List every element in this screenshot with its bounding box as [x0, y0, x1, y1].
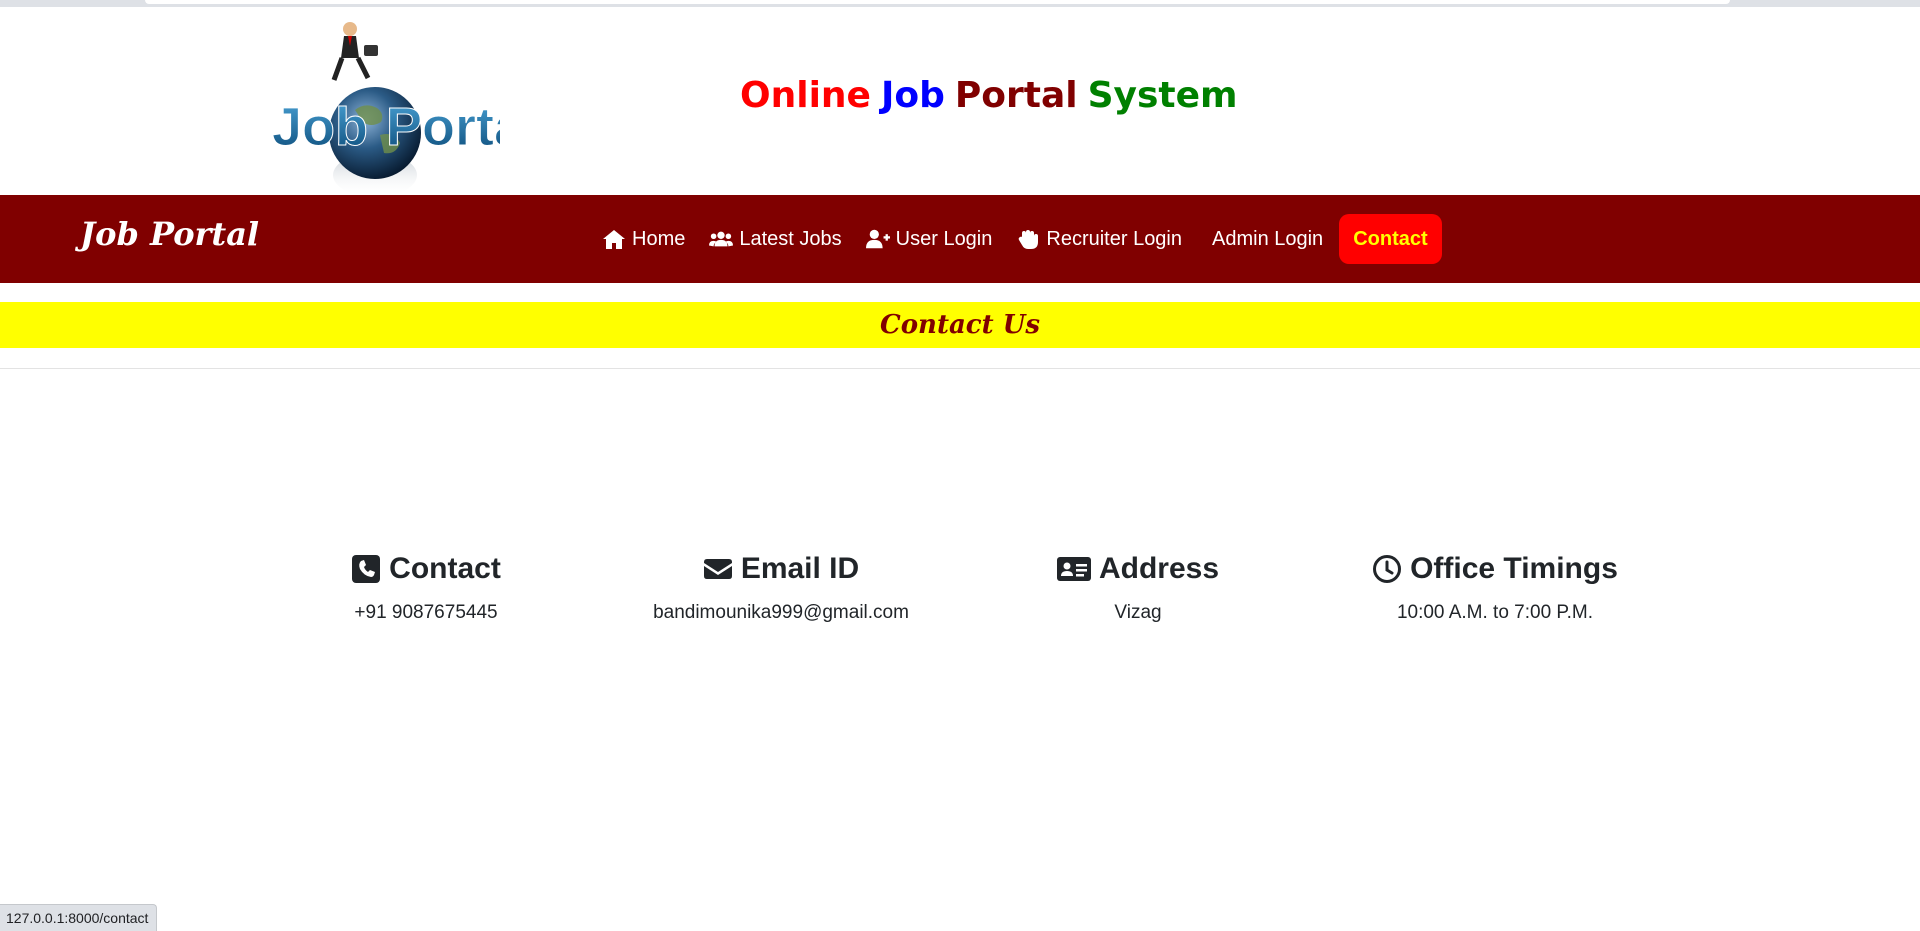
- info-email: Email ID bandimounika999@gmail.com: [601, 548, 961, 624]
- browser-top-strip-inner: [145, 0, 1730, 4]
- divider: [0, 368, 1920, 369]
- browser-top-strip: [0, 0, 1920, 7]
- title-word-job: Job: [880, 75, 945, 116]
- info-value-email: bandimounika999@gmail.com: [653, 602, 909, 623]
- nav-item-recruiter-login[interactable]: Recruiter Login: [1004, 214, 1194, 264]
- info-title: Office Timings: [1410, 552, 1618, 585]
- logo-text-portal: Portal: [386, 97, 500, 157]
- info-timings-heading: Office Timings: [1315, 548, 1675, 590]
- nav-item-label: Contact: [1353, 227, 1428, 250]
- title-word-portal: Portal: [954, 75, 1078, 116]
- title-word-online: Online: [740, 75, 871, 116]
- info-contact-heading: Contact: [246, 548, 606, 590]
- nav-item-contact[interactable]: Contact: [1339, 214, 1442, 264]
- home-icon: [603, 230, 625, 249]
- nav-item-admin-login[interactable]: Admin Login: [1194, 214, 1335, 264]
- users-icon: [709, 231, 734, 247]
- info-contact: Contact +91 9087675445: [246, 548, 606, 624]
- contact-us-banner: Contact Us: [0, 302, 1920, 348]
- info-address: Address Vizag: [958, 548, 1318, 624]
- clock-icon: [1373, 555, 1402, 583]
- site-header: Job Portal OnlineJobPortalSystem: [0, 7, 1920, 197]
- info-office-timings: Office Timings 10:00 A.M. to 7:00 P.M.: [1315, 548, 1675, 624]
- nav-item-label: Latest Jobs: [739, 227, 842, 250]
- info-title: Email ID: [740, 552, 860, 585]
- browser-status-url: 127.0.0.1:8000/contact: [0, 904, 158, 931]
- phone-icon: [352, 555, 381, 583]
- nav-item-user-login[interactable]: User Login: [854, 214, 1005, 264]
- nav-menu: Home Latest Jobs User Login Recruiter Lo…: [590, 214, 1442, 264]
- logo-text-job: Job: [272, 97, 368, 157]
- nav-item-label: Home: [632, 227, 686, 250]
- info-value-phone: +91 9087675445: [354, 602, 498, 623]
- nav-item-label: User Login: [895, 227, 993, 250]
- info-email-heading: Email ID: [601, 548, 961, 590]
- id-card-icon: [1056, 557, 1091, 581]
- navbar-brand[interactable]: Job Portal: [80, 215, 259, 253]
- user-plus-icon: [865, 229, 890, 249]
- info-address-heading: Address: [958, 548, 1318, 590]
- main-navbar: Job Portal Home Latest Jobs User Login R…: [0, 195, 1920, 283]
- envelope-icon: [703, 559, 732, 579]
- site-title: Online Job Portal System: [740, 75, 1248, 116]
- info-title: Address: [1098, 552, 1220, 585]
- job-portal-logo: Job Portal: [272, 22, 500, 197]
- nav-item-home[interactable]: Home: [590, 214, 697, 264]
- hand-icon: [1019, 230, 1039, 249]
- title-word-system: System: [1087, 75, 1238, 116]
- nav-item-latest-jobs[interactable]: Latest Jobs: [697, 214, 853, 264]
- nav-item-label: Recruiter Login: [1046, 227, 1182, 250]
- info-value-timings: 10:00 A.M. to 7:00 P.M.: [1396, 602, 1594, 623]
- page-title: Contact Us: [880, 310, 1040, 340]
- info-value-address: Vizag: [1114, 602, 1162, 623]
- info-title: Contact: [389, 552, 501, 585]
- nav-item-label: Admin Login: [1212, 227, 1324, 250]
